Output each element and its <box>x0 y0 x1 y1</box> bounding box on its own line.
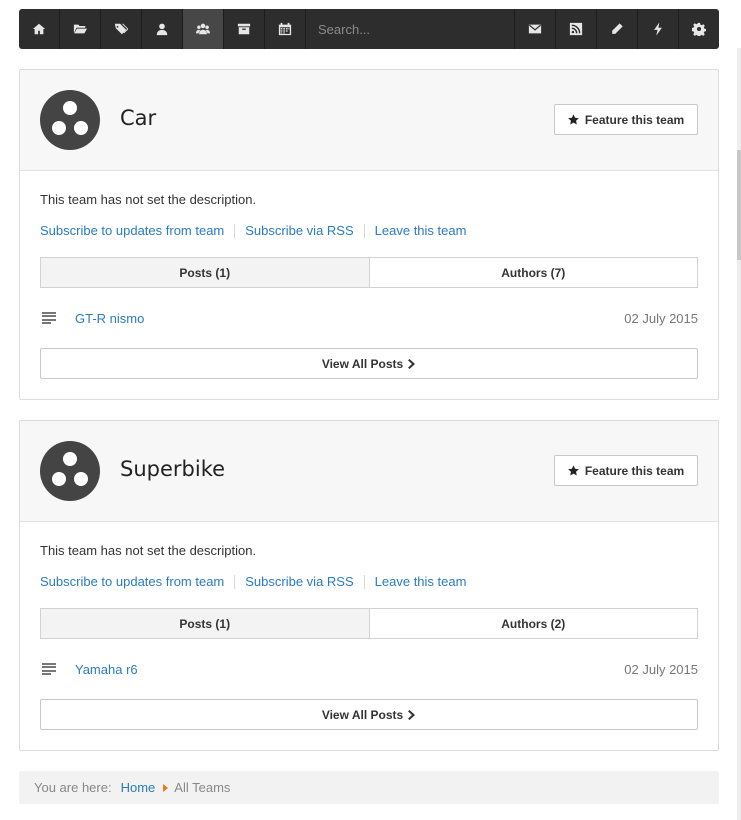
subscribe-rss-link[interactable]: Subscribe via RSS <box>245 223 353 238</box>
pencil-icon[interactable] <box>596 9 637 49</box>
calendar-icon[interactable] <box>265 9 306 49</box>
chevron-right-icon <box>408 709 416 720</box>
team-description: This team has not set the description. <box>40 192 257 207</box>
view-all-posts-label: View All Posts <box>321 707 404 722</box>
feature-team-label: Feature this team <box>584 463 685 478</box>
tags-icon[interactable] <box>101 9 142 49</box>
team-tabs: Posts (1) Authors (7) <box>40 257 698 288</box>
team-description: This team has not set the description. <box>40 543 257 558</box>
bolt-icon[interactable] <box>637 9 678 49</box>
star-icon <box>568 114 579 125</box>
user-icon[interactable] <box>142 9 183 49</box>
search-input[interactable] <box>306 9 514 49</box>
team-avatar-icon <box>40 441 100 501</box>
post-title-link[interactable]: Yamaha r6 <box>75 662 138 677</box>
team-avatar-icon <box>40 90 100 150</box>
breadcrumb-current: All Teams <box>174 780 231 795</box>
leave-team-link[interactable]: Leave this team <box>375 574 467 589</box>
link-divider <box>363 223 365 238</box>
leave-team-link[interactable]: Leave this team <box>375 223 467 238</box>
breadcrumb: You are here: Home All Teams <box>19 771 719 804</box>
text-lines-icon <box>42 663 58 675</box>
view-all-posts-label: View All Posts <box>321 356 404 371</box>
team-header: Car Feature this team <box>20 70 718 171</box>
team-header: Superbike Feature this team <box>20 421 718 522</box>
post-title-link[interactable]: GT-R nismo <box>75 311 144 326</box>
toolbar-right-group <box>514 9 719 49</box>
tab-authors[interactable]: Authors (7) <box>368 258 698 287</box>
home-icon[interactable] <box>19 9 60 49</box>
team-links: Subscribe to updates from team Subscribe… <box>40 574 466 589</box>
star-icon <box>568 465 579 476</box>
link-divider <box>234 574 236 589</box>
breadcrumb-home-link[interactable]: Home <box>121 780 156 795</box>
breadcrumb-label: You are here: <box>34 780 112 795</box>
feature-team-button[interactable]: Feature this team <box>554 455 698 486</box>
tab-posts[interactable]: Posts (1) <box>41 609 369 638</box>
rss-icon[interactable] <box>555 9 596 49</box>
tab-authors[interactable]: Authors (2) <box>368 609 698 638</box>
team-name: Superbike <box>120 457 226 481</box>
team-tabs: Posts (1) Authors (2) <box>40 608 698 639</box>
post-list-item: GT-R nismo 02 July 2015 <box>40 308 698 328</box>
feature-team-button[interactable]: Feature this team <box>554 104 698 135</box>
text-lines-icon <box>42 312 58 324</box>
folder-open-icon[interactable] <box>60 9 101 49</box>
subscribe-updates-link[interactable]: Subscribe to updates from team <box>40 574 224 589</box>
post-list-item: Yamaha r6 02 July 2015 <box>40 659 698 679</box>
gear-icon[interactable] <box>678 9 719 49</box>
top-toolbar <box>19 9 719 49</box>
team-name: Car <box>120 106 157 130</box>
post-date: 02 July 2015 <box>624 661 698 677</box>
caret-right-icon <box>163 783 169 792</box>
envelope-icon[interactable] <box>514 9 555 49</box>
tab-posts[interactable]: Posts (1) <box>41 258 369 287</box>
team-links: Subscribe to updates from team Subscribe… <box>40 223 466 238</box>
view-all-posts-button[interactable]: View All Posts <box>40 699 698 730</box>
team-card-car: Car Feature this team This team has not … <box>19 69 719 400</box>
post-date: 02 July 2015 <box>624 310 698 326</box>
users-icon[interactable] <box>183 9 224 49</box>
archive-icon[interactable] <box>224 9 265 49</box>
link-divider <box>234 223 236 238</box>
team-card-superbike: Superbike Feature this team This team ha… <box>19 420 719 751</box>
chevron-right-icon <box>408 358 416 369</box>
view-all-posts-button[interactable]: View All Posts <box>40 348 698 379</box>
feature-team-label: Feature this team <box>584 112 685 127</box>
scrollbar-thumb[interactable] <box>737 150 741 260</box>
link-divider <box>363 574 365 589</box>
subscribe-updates-link[interactable]: Subscribe to updates from team <box>40 223 224 238</box>
subscribe-rss-link[interactable]: Subscribe via RSS <box>245 574 353 589</box>
